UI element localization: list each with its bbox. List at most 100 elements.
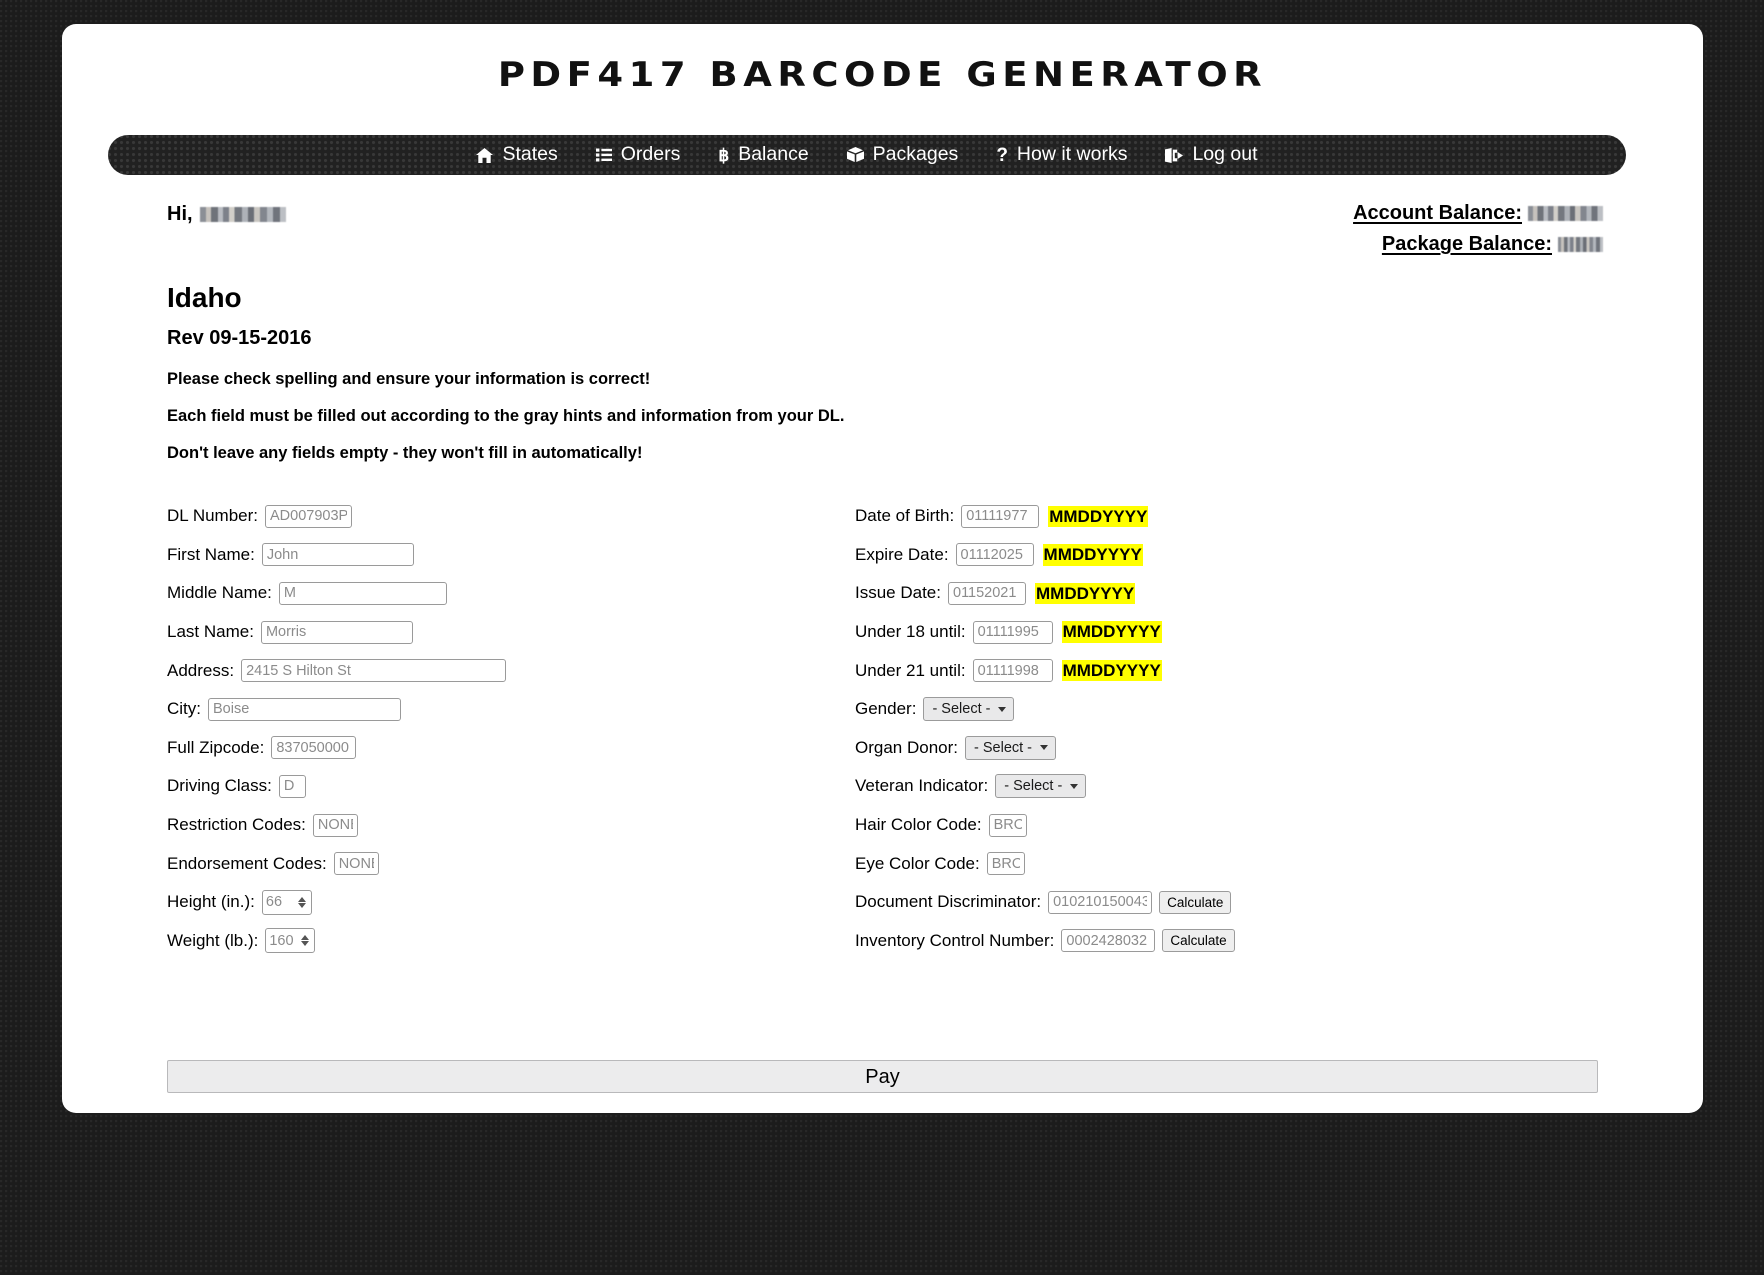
label-city: City: <box>167 699 201 719</box>
input-endorsement-codes[interactable] <box>333 852 379 876</box>
label-under-21-until: Under 21 until: <box>855 660 966 680</box>
select-value: - Select - <box>932 701 991 718</box>
label-full-zipcode: Full Zipcode: <box>167 737 265 757</box>
form-column-left: DL Number: First Name: Middle Name: Last Na… <box>167 497 827 960</box>
input-dl-number[interactable] <box>265 504 353 528</box>
input-under-21-until[interactable] <box>972 659 1053 683</box>
label-expire-date: Expire Date: <box>855 544 949 564</box>
nav-item-label: States <box>502 143 558 166</box>
field-row-date-of-birth: Date of Birth: MMDDYYYY <box>855 497 1555 536</box>
field-row-last-name: Last Name: <box>167 613 827 652</box>
input-middle-name[interactable] <box>278 581 447 605</box>
form-column-right: Date of Birth: MMDDYYYY Expire Date: MMDDYY… <box>855 497 1555 960</box>
balance-summary: Account Balance: Package Balance: <box>1353 202 1603 264</box>
label-first-name: First Name: <box>167 544 255 564</box>
label-height-in: Height (in.): <box>167 892 255 912</box>
field-row-dl-number: DL Number: <box>167 497 827 536</box>
field-row-under-21-until: Under 21 until: MMDDYYYY <box>855 651 1555 690</box>
label-restriction-codes: Restriction Codes: <box>167 815 306 835</box>
field-row-restriction-codes: Restriction Codes: <box>167 806 827 845</box>
field-row-gender: Gender: - Select - <box>855 690 1555 729</box>
input-issue-date[interactable] <box>948 581 1026 605</box>
input-eye-color-code[interactable] <box>986 852 1025 876</box>
stepper-value: 66 <box>265 894 283 911</box>
calculate-button-inventory-control-number[interactable]: Calculate <box>1162 929 1235 953</box>
label-last-name: Last Name: <box>167 622 254 642</box>
input-driving-class[interactable] <box>278 774 306 798</box>
stepper-height-in[interactable]: 66 <box>261 889 312 915</box>
instruction-note-3: Don't leave any fields empty - they won'… <box>167 444 643 462</box>
label-middle-name: Middle Name: <box>167 583 272 603</box>
pay-button[interactable]: Pay <box>167 1060 1598 1093</box>
input-address[interactable] <box>241 659 507 683</box>
field-row-endorsement-codes: Endorsement Codes: <box>167 844 827 883</box>
input-document-discriminator[interactable] <box>1048 890 1153 914</box>
username-redacted <box>199 207 286 222</box>
format-hint-expire-date: MMDDYYYY <box>1042 544 1143 566</box>
input-under-18-until[interactable] <box>972 620 1053 644</box>
field-row-issue-date: Issue Date: MMDDYYYY <box>855 574 1555 613</box>
greeting: Hi, <box>167 203 286 226</box>
bitcoin-icon: ฿ <box>718 145 730 165</box>
label-hair-color-code: Hair Color Code: <box>855 815 982 835</box>
input-last-name[interactable] <box>260 620 413 644</box>
format-hint-under-18-until: MMDDYYYY <box>1061 621 1162 643</box>
nav-item-packages[interactable]: Packages <box>846 143 959 166</box>
input-restriction-codes[interactable] <box>312 813 358 837</box>
account-balance-label: Account Balance: <box>1353 202 1522 224</box>
package-balance-label: Package Balance: <box>1381 233 1552 255</box>
input-full-zipcode[interactable] <box>271 736 357 760</box>
input-hair-color-code[interactable] <box>988 813 1027 837</box>
nav-item-states[interactable]: States <box>476 143 558 166</box>
nav-item-orders[interactable]: Orders <box>595 145 680 165</box>
select-organ-donor[interactable]: - Select - <box>965 735 1057 760</box>
select-value: - Select - <box>974 739 1033 756</box>
input-first-name[interactable] <box>261 543 414 567</box>
select-gender[interactable]: - Select - <box>923 697 1015 722</box>
nav-item-label: Packages <box>872 143 959 166</box>
stepper-arrows-icon[interactable] <box>297 935 311 947</box>
field-row-full-zipcode: Full Zipcode: <box>167 729 827 768</box>
label-driving-class: Driving Class: <box>167 776 272 796</box>
select-veteran-indicator[interactable]: - Select - <box>995 774 1087 799</box>
input-expire-date[interactable] <box>955 543 1034 567</box>
label-endorsement-codes: Endorsement Codes: <box>167 853 327 873</box>
input-inventory-control-number[interactable] <box>1061 929 1156 953</box>
label-weight-lb: Weight (lb.): <box>167 930 259 950</box>
greeting-text: Hi, <box>167 203 193 225</box>
field-row-first-name: First Name: <box>167 536 827 575</box>
field-row-under-18-until: Under 18 until: MMDDYYYY <box>855 613 1555 652</box>
nav-item-how-it-works[interactable]: ? How it works <box>996 145 1127 165</box>
chevron-down-icon <box>1040 745 1049 751</box>
format-hint-date-of-birth: MMDDYYYY <box>1048 505 1149 528</box>
label-veteran-indicator: Veteran Indicator: <box>855 776 989 796</box>
stepper-weight-lb[interactable]: 160 <box>265 928 316 954</box>
site-title: PDF417 BARCODE GENERATOR <box>497 54 1268 95</box>
main-navigation: States Orders ฿ Balance Packages ? How it work… <box>108 135 1626 175</box>
field-row-hair-color-code: Hair Color Code: <box>855 806 1555 845</box>
input-date-of-birth[interactable] <box>961 504 1040 528</box>
stepper-value: 160 <box>269 932 294 949</box>
field-row-expire-date: Expire Date: MMDDYYYY <box>855 536 1555 575</box>
label-inventory-control-number: Inventory Control Number: <box>855 930 1055 950</box>
chevron-down-icon <box>998 706 1007 712</box>
label-dl-number: DL Number: <box>167 506 259 526</box>
account-balance-row[interactable]: Account Balance: <box>1353 202 1603 225</box>
question-icon: ? <box>996 144 1008 166</box>
label-issue-date: Issue Date: <box>855 583 941 603</box>
select-value: - Select - <box>1004 778 1063 795</box>
field-row-driving-class: Driving Class: <box>167 767 827 806</box>
field-row-veteran-indicator: Veteran Indicator: - Select - <box>855 767 1555 806</box>
calculate-button-document-discriminator[interactable]: Calculate <box>1159 890 1232 914</box>
package-balance-value-redacted <box>1558 237 1603 252</box>
nav-item-balance[interactable]: ฿ Balance <box>718 145 808 165</box>
nav-item-log-out[interactable]: Log out <box>1165 145 1258 165</box>
field-row-eye-color-code: Eye Color Code: <box>855 844 1555 883</box>
page-title: Idaho <box>167 282 242 313</box>
label-document-discriminator: Document Discriminator: <box>855 892 1042 912</box>
field-row-city: City: <box>167 690 827 729</box>
stepper-arrows-icon[interactable] <box>294 896 308 908</box>
label-address: Address: <box>167 660 235 680</box>
package-balance-row[interactable]: Package Balance: <box>1353 233 1603 256</box>
input-city[interactable] <box>208 697 401 721</box>
